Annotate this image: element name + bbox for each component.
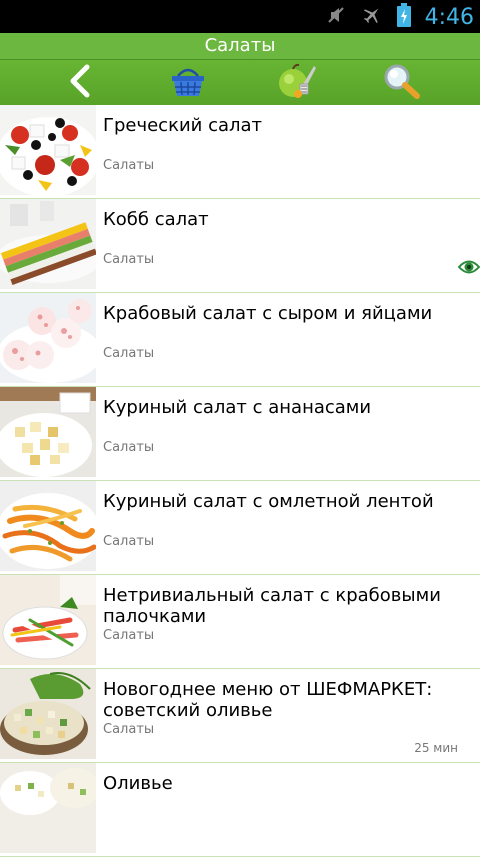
battery-icon bbox=[396, 3, 411, 31]
recipe-category: Салаты bbox=[103, 722, 155, 737]
search-button[interactable] bbox=[372, 60, 432, 105]
recipe-thumbnail bbox=[0, 293, 96, 383]
mute-icon bbox=[325, 4, 347, 30]
recipe-thumbnail bbox=[0, 387, 96, 477]
list-item[interactable]: Греческий салат Салаты bbox=[0, 105, 480, 199]
list-item[interactable]: Куриный салат с ананасами Салаты bbox=[0, 387, 480, 481]
recipe-title: Крабовый салат с сыром и яйцами bbox=[103, 303, 433, 324]
recipe-title: Кобб салат bbox=[103, 209, 209, 230]
toolbar bbox=[0, 60, 480, 105]
basket-button[interactable] bbox=[158, 60, 218, 105]
recipe-thumbnail bbox=[0, 575, 96, 665]
viewed-eye-icon bbox=[457, 259, 480, 279]
list-item[interactable]: Крабовый салат с сыром и яйцами Салаты bbox=[0, 293, 480, 387]
cooking-time: 25 мин bbox=[414, 741, 458, 755]
recipe-thumbnail bbox=[0, 481, 96, 571]
back-button[interactable] bbox=[50, 60, 110, 105]
recipe-title: Куриный салат с омлетной лентой bbox=[103, 491, 434, 512]
page-title: Салаты bbox=[0, 33, 480, 60]
search-icon bbox=[383, 63, 421, 103]
basket-icon bbox=[170, 64, 206, 102]
recipe-category: Салаты bbox=[103, 440, 155, 455]
recipe-category: Салаты bbox=[103, 158, 155, 173]
apple-scale-icon bbox=[276, 62, 316, 104]
recipe-title: Новогоднее меню от ШЕФМАРКЕТ: советский … bbox=[103, 679, 433, 721]
recipe-title: Куриный салат с ананасами bbox=[103, 397, 372, 418]
recipe-thumbnail bbox=[0, 763, 96, 853]
list-item[interactable]: Оливье bbox=[0, 763, 480, 857]
recipe-list: Греческий салат Салаты Кобб салат Салаты… bbox=[0, 105, 480, 857]
list-item[interactable]: Куриный салат с омлетной лентой Салаты bbox=[0, 481, 480, 575]
diet-button[interactable] bbox=[266, 60, 326, 105]
status-time: 4:46 bbox=[424, 4, 474, 30]
recipe-thumbnail bbox=[0, 669, 96, 759]
list-item[interactable]: Новогоднее меню от ШЕФМАРКЕТ: советский … bbox=[0, 669, 480, 763]
back-arrow-icon bbox=[65, 64, 95, 102]
recipe-title: Оливье bbox=[103, 773, 173, 794]
recipe-title: Греческий салат bbox=[103, 115, 263, 136]
airplane-mode-icon bbox=[361, 4, 383, 30]
recipe-thumbnail bbox=[0, 199, 96, 289]
recipe-thumbnail bbox=[0, 105, 96, 195]
list-item[interactable]: Кобб салат Салаты bbox=[0, 199, 480, 293]
list-item[interactable]: Нетривиальный салат с крабовыми палочкам… bbox=[0, 575, 480, 669]
recipe-category: Салаты bbox=[103, 252, 155, 267]
recipe-category: Салаты bbox=[103, 628, 155, 643]
recipe-title: Нетривиальный салат с крабовыми палочкам… bbox=[103, 585, 441, 627]
status-bar: 4:46 bbox=[0, 0, 480, 33]
recipe-category: Салаты bbox=[103, 346, 155, 361]
recipe-category: Салаты bbox=[103, 534, 155, 549]
